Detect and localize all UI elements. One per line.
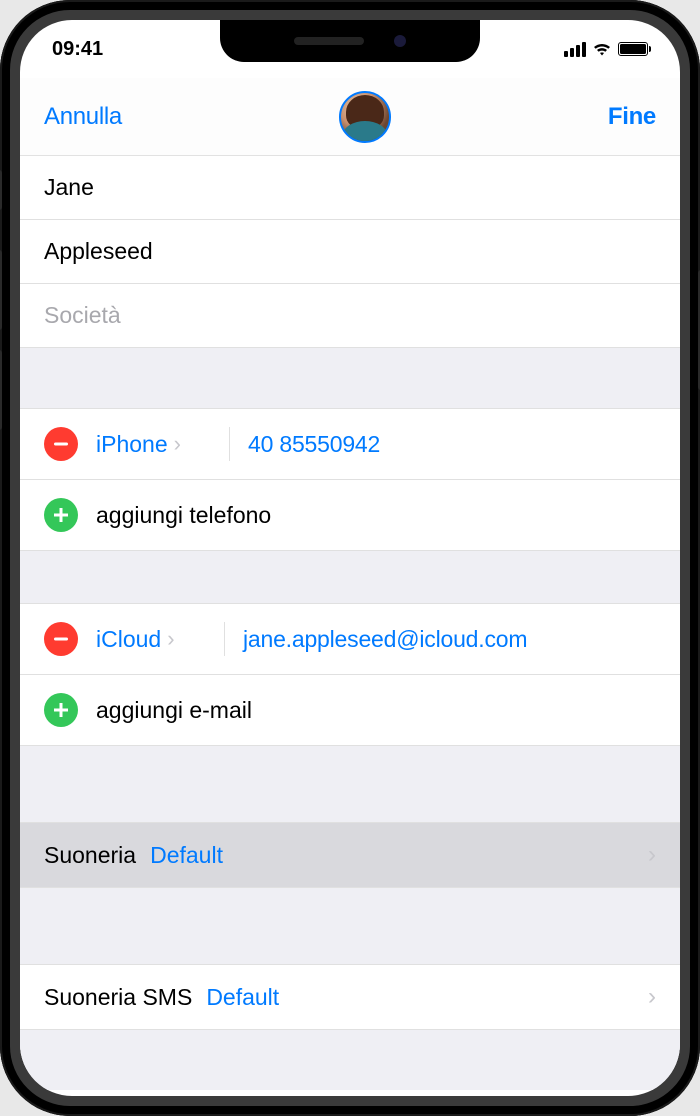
divider — [224, 622, 225, 656]
chevron-right-icon: › — [648, 983, 656, 1011]
notch — [220, 20, 480, 62]
add-phone-row[interactable]: aggiungi telefono — [20, 480, 680, 551]
section-gap — [20, 888, 680, 964]
phone-number-field[interactable]: 40 85550942 — [248, 431, 380, 458]
minus-icon — [52, 630, 70, 648]
email-entry-row[interactable]: iCloud › jane.appleseed@icloud.com — [20, 603, 680, 675]
status-time: 09:41 — [52, 38, 152, 61]
ringtone-row[interactable]: Suoneria Default › — [20, 822, 680, 888]
add-phone-label: aggiungi telefono — [96, 502, 271, 529]
chevron-right-icon: › — [648, 841, 656, 869]
wifi-icon — [592, 42, 612, 57]
done-button[interactable]: Fine — [608, 103, 656, 131]
front-camera — [394, 35, 406, 47]
ringtone-label: Suoneria — [44, 842, 136, 869]
first-name-field[interactable]: Jane — [20, 156, 680, 220]
plus-icon — [52, 701, 70, 719]
contact-avatar[interactable] — [339, 91, 391, 143]
add-phone-button[interactable] — [44, 498, 78, 532]
section-gap — [20, 348, 680, 408]
section-gap — [20, 1030, 680, 1090]
volume-down-button — [0, 350, 2, 430]
chevron-right-icon: › — [167, 626, 174, 652]
texttone-row[interactable]: Suoneria SMS Default › — [20, 964, 680, 1030]
chevron-right-icon: › — [174, 431, 181, 457]
mute-switch — [0, 170, 2, 210]
texttone-value: Default — [206, 984, 634, 1011]
device-frame: 09:41 Annulla Fine Jane Appleseed — [0, 0, 700, 1116]
divider — [229, 427, 230, 461]
texttone-label: Suoneria SMS — [44, 984, 192, 1011]
company-placeholder: Società — [44, 302, 121, 328]
plus-icon — [52, 506, 70, 524]
email-type-label: iCloud — [96, 626, 161, 653]
nav-header: Annulla Fine — [20, 78, 680, 156]
last-name-value: Appleseed — [44, 238, 153, 264]
minus-icon — [52, 435, 70, 453]
cancel-button[interactable]: Annulla — [44, 103, 122, 131]
phone-type-label: iPhone — [96, 431, 168, 458]
speaker-grille — [294, 37, 364, 45]
add-email-button[interactable] — [44, 693, 78, 727]
screen: 09:41 Annulla Fine Jane Appleseed — [20, 20, 680, 1096]
first-name-value: Jane — [44, 174, 94, 200]
email-address-field[interactable]: jane.appleseed@icloud.com — [243, 626, 527, 653]
section-gap — [20, 746, 680, 822]
company-field[interactable]: Società — [20, 284, 680, 348]
volume-up-button — [0, 250, 2, 330]
battery-icon — [618, 42, 648, 56]
delete-phone-button[interactable] — [44, 427, 78, 461]
email-type-selector[interactable]: iCloud › — [96, 626, 206, 653]
ringtone-value: Default — [150, 842, 634, 869]
phone-entry-row[interactable]: iPhone › 40 85550942 — [20, 408, 680, 480]
section-gap — [20, 551, 680, 603]
add-email-label: aggiungi e-mail — [96, 697, 252, 724]
add-email-row[interactable]: aggiungi e-mail — [20, 675, 680, 746]
phone-type-selector[interactable]: iPhone › — [96, 431, 211, 458]
content-area: Jane Appleseed Società iPhone › 40 85550… — [20, 156, 680, 1090]
last-name-field[interactable]: Appleseed — [20, 220, 680, 284]
delete-email-button[interactable] — [44, 622, 78, 656]
cellular-signal-icon — [564, 42, 586, 57]
